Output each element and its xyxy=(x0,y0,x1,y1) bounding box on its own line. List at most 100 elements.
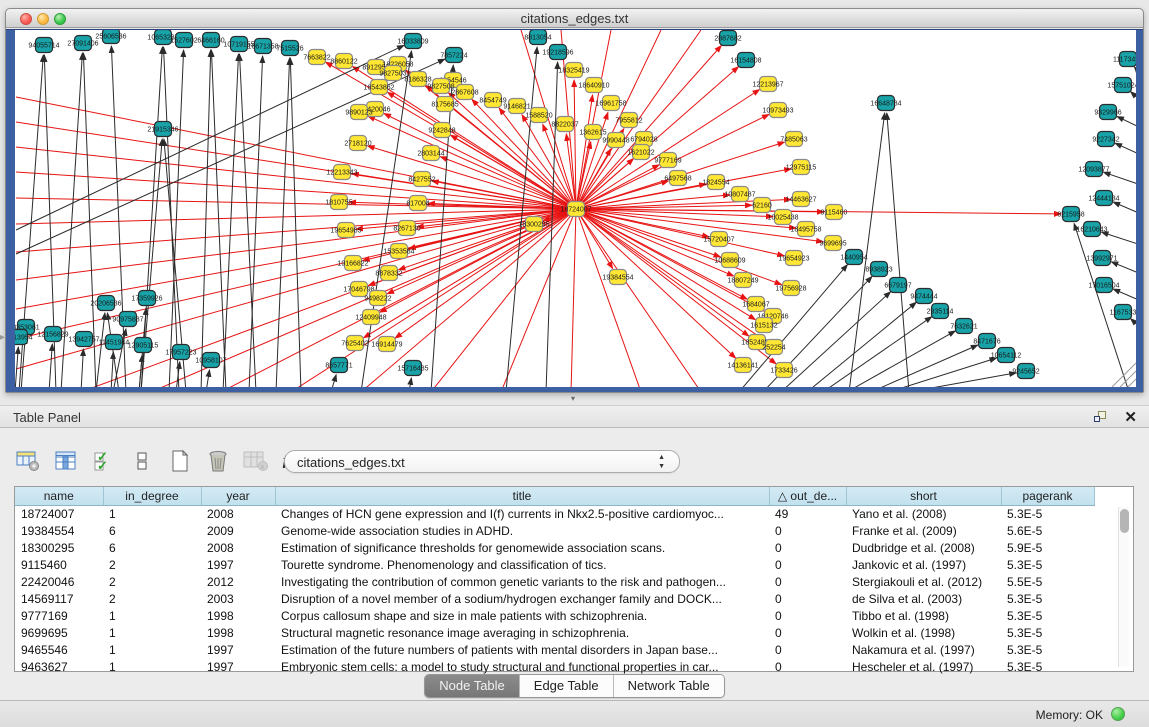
svg-text:7485063: 7485063 xyxy=(780,137,807,144)
svg-text:8215958: 8215958 xyxy=(1057,212,1084,219)
network-canvas[interactable]: 1872400788601228912955182260589827503818… xyxy=(15,30,1136,387)
table-options-icon[interactable] xyxy=(14,447,42,475)
svg-text:17359926: 17359926 xyxy=(131,296,162,303)
svg-text:15353584: 15353584 xyxy=(383,249,414,256)
cell-name: 9777169 xyxy=(15,607,103,624)
svg-text:18325419: 18325419 xyxy=(558,68,589,75)
column-header-short[interactable]: short xyxy=(846,487,1001,505)
table-row[interactable]: 1938455462009Genome-wide association stu… xyxy=(15,522,1094,539)
table-row[interactable]: 2242004622012Investigating the contribut… xyxy=(15,573,1094,590)
svg-text:20206536: 20206536 xyxy=(90,301,121,308)
cell-year: 2008 xyxy=(201,505,275,522)
svg-text:10654112: 10654112 xyxy=(991,353,1022,360)
cell-short: Dudbridge et al. (2008) xyxy=(846,539,1001,556)
column-header-in_degree[interactable]: in_degree xyxy=(103,487,201,505)
svg-text:3913954: 3913954 xyxy=(15,335,33,342)
cell-out_degree: 0 xyxy=(769,539,846,556)
tab-network-table[interactable]: Network Table xyxy=(614,675,724,697)
svg-text:✓: ✓ xyxy=(97,458,108,473)
svg-text:8938923: 8938923 xyxy=(865,267,892,274)
cell-name: 9699695 xyxy=(15,624,103,641)
application-root: citations_edges.txt 18724007886012289129… xyxy=(0,0,1149,727)
cell-short: Nakamura et al. (1997) xyxy=(846,641,1001,658)
cell-out_degree: 0 xyxy=(769,624,846,641)
table-toolbar: ✓✓ x f(x) xyxy=(14,445,308,477)
new-table-icon[interactable] xyxy=(166,447,194,475)
table-selector[interactable]: citations_edges.txt ▲▼ xyxy=(284,450,680,473)
window-title: citations_edges.txt xyxy=(6,11,1143,26)
table-row[interactable]: 1830029562008Estimation of significance … xyxy=(15,539,1094,556)
tab-node-table[interactable]: Node Table xyxy=(425,675,520,697)
table-row[interactable]: 1456911722003Disruption of a novel membe… xyxy=(15,590,1094,607)
svg-text:9146821: 9146821 xyxy=(503,104,530,111)
tab-edge-table[interactable]: Edge Table xyxy=(520,675,614,697)
svg-text:16961758: 16961758 xyxy=(595,101,626,108)
cell-pagerank: 5.3E-5 xyxy=(1001,505,1094,522)
cell-short: Tibbo et al. (1998) xyxy=(846,607,1001,624)
select-all-columns-icon[interactable]: ✓✓ xyxy=(90,447,118,475)
cell-name: 9465546 xyxy=(15,641,103,658)
cell-year: 2003 xyxy=(201,590,275,607)
table-row[interactable]: 977716911998Corpus callosum shape and si… xyxy=(15,607,1094,624)
svg-text:1621022: 1621022 xyxy=(627,150,654,157)
svg-text:11451944: 11451944 xyxy=(99,340,130,347)
table-vertical-scrollbar[interactable] xyxy=(1118,507,1129,667)
table-row[interactable]: 969969511998Structural magnetic resonanc… xyxy=(15,624,1094,641)
svg-text:9227342: 9227342 xyxy=(1092,137,1119,144)
table-row[interactable]: 911546021997Tourette syndrome. Phenomeno… xyxy=(15,556,1094,573)
cell-year: 1997 xyxy=(201,658,275,675)
svg-text:7632621: 7632621 xyxy=(950,324,977,331)
svg-text:1684067: 1684067 xyxy=(742,302,769,309)
svg-text:6497568: 6497568 xyxy=(664,176,691,183)
svg-text:9498222: 9498222 xyxy=(364,296,391,303)
svg-text:15751024: 15751024 xyxy=(1107,83,1136,90)
cell-name: 18724007 xyxy=(15,505,103,522)
table-row[interactable]: 1872400712008Changes of HCN gene express… xyxy=(15,505,1094,522)
svg-text:9329966: 9329966 xyxy=(1094,110,1121,117)
svg-text:19654923: 19654923 xyxy=(778,256,809,263)
memory-status-icon[interactable] xyxy=(1111,707,1125,721)
column-header-title[interactable]: title xyxy=(275,487,769,505)
table-row[interactable]: 946554611997Estimation of the future num… xyxy=(15,641,1094,658)
svg-text:1824554: 1824554 xyxy=(702,180,729,187)
column-header-pagerank[interactable]: pagerank xyxy=(1001,487,1094,505)
splitter-handle[interactable]: ▾ xyxy=(566,395,580,403)
delete-table-icon[interactable] xyxy=(204,447,232,475)
memory-status-label: Memory: OK xyxy=(1036,708,1103,722)
cell-in_degree: 2 xyxy=(103,590,201,607)
close-icon[interactable]: ✕ xyxy=(1124,408,1137,426)
svg-text:8822037: 8822037 xyxy=(551,122,578,129)
float-panel-icon[interactable] xyxy=(1094,410,1109,424)
svg-text:19166822: 19166822 xyxy=(337,261,368,268)
svg-text:1362615: 1362615 xyxy=(579,130,606,137)
cell-pagerank: 5.9E-5 xyxy=(1001,539,1094,556)
svg-text:16154808: 16154808 xyxy=(730,58,761,65)
node-table-grid: namein_degreeyeartitle△ out_de...shortpa… xyxy=(15,487,1095,675)
svg-text:7663822: 7663822 xyxy=(303,55,330,62)
show-columns-icon[interactable] xyxy=(52,447,80,475)
table-row[interactable]: 946362711997Embryonic stem cells: a mode… xyxy=(15,658,1094,675)
svg-text:18724007: 18724007 xyxy=(560,207,591,214)
column-header-out_degree[interactable]: △ out_de... xyxy=(769,487,846,505)
svg-text:10807487: 10807487 xyxy=(724,192,755,199)
svg-text:2867608: 2867608 xyxy=(451,90,478,97)
svg-text:18640910: 18640910 xyxy=(578,83,609,90)
scrollbar-thumb[interactable] xyxy=(1120,509,1129,533)
rows-icon[interactable] xyxy=(128,447,156,475)
cell-in_degree: 1 xyxy=(103,658,201,675)
svg-text:62160: 62160 xyxy=(752,203,772,210)
svg-text:8427552: 8427552 xyxy=(408,177,435,184)
delete-column-icon[interactable]: x xyxy=(242,447,270,475)
network-window: citations_edges.txt 18724007886012289129… xyxy=(5,8,1144,393)
svg-text:7515526: 7515526 xyxy=(276,46,303,53)
left-panel-collapse-arrow-icon[interactable]: ▸ xyxy=(0,332,5,343)
cell-name: 18300295 xyxy=(15,539,103,556)
cell-in_degree: 2 xyxy=(103,556,201,573)
combo-stepper-icon: ▲▼ xyxy=(658,453,665,471)
column-header-year[interactable]: year xyxy=(201,487,275,505)
window-titlebar[interactable]: citations_edges.txt xyxy=(6,9,1143,28)
node-table: namein_degreeyeartitle△ out_de...shortpa… xyxy=(14,486,1134,672)
column-header-name[interactable]: name xyxy=(15,487,103,505)
svg-text:17016504: 17016504 xyxy=(1088,283,1119,290)
cell-short: Franke et al. (2009) xyxy=(846,522,1001,539)
